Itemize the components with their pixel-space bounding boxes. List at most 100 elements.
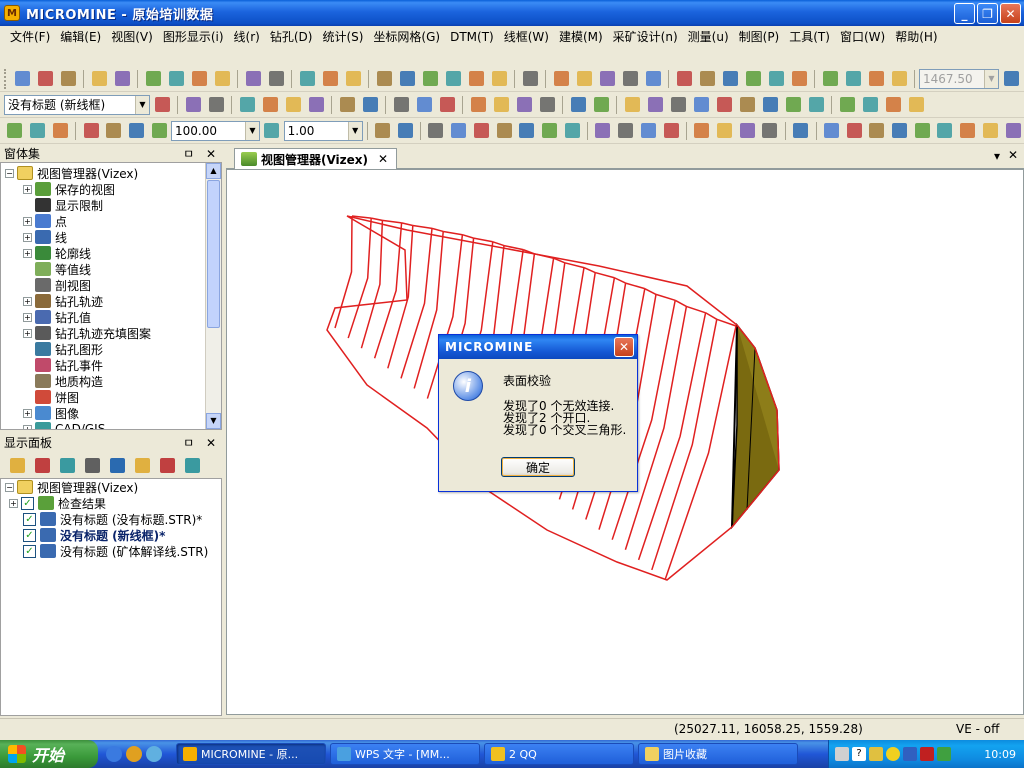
cube-view-icon[interactable] bbox=[742, 68, 764, 90]
tree-item[interactable]: + 钻孔值 bbox=[5, 309, 221, 325]
layer-row[interactable]: ✓ 没有标题 (新线框)* bbox=[5, 527, 221, 543]
expand-icon[interactable]: + bbox=[23, 232, 32, 242]
toolbar-grip[interactable] bbox=[4, 68, 8, 89]
select-tool-icon[interactable] bbox=[619, 68, 641, 90]
lightbulb-icon[interactable] bbox=[638, 120, 660, 142]
display-panel-tool-icon[interactable] bbox=[106, 454, 128, 476]
light-tool-icon[interactable] bbox=[714, 120, 736, 142]
menu-item[interactable]: 建模(M) bbox=[555, 28, 609, 46]
scroll-up-icon[interactable]: ▲ bbox=[206, 163, 221, 179]
zoom-tool-icon[interactable] bbox=[103, 120, 125, 142]
tree-item[interactable]: + 保存的视图 bbox=[5, 181, 221, 197]
tree-item[interactable]: + 图像 bbox=[5, 405, 221, 421]
elevation-combo[interactable]: 1467.50 ▼ bbox=[919, 68, 999, 89]
cube-view-icon[interactable] bbox=[719, 68, 741, 90]
drill-tool-icon[interactable] bbox=[4, 120, 26, 142]
layer-checkbox[interactable]: ✓ bbox=[23, 544, 36, 558]
layer-row[interactable]: + ✓ 检查结果 bbox=[5, 495, 221, 511]
panel-close-icon[interactable]: ✕ bbox=[206, 147, 216, 161]
string-tool-icon[interactable] bbox=[182, 94, 204, 116]
menu-item[interactable]: 文件(F) bbox=[6, 28, 56, 46]
cube-view-icon[interactable] bbox=[765, 68, 787, 90]
tree-item[interactable]: + 钻孔轨迹充填图案 bbox=[5, 325, 221, 341]
wireframe-tool-icon[interactable] bbox=[782, 94, 804, 116]
layer-row[interactable]: ✓ 没有标题 (没有标题.STR)* bbox=[5, 511, 221, 527]
tree-root[interactable]: − 视图管理器(Vizex) bbox=[5, 165, 221, 181]
expand-icon[interactable]: + bbox=[23, 424, 32, 429]
visibility-tool-icon[interactable] bbox=[790, 120, 812, 142]
tree-item[interactable]: 地质构造 bbox=[5, 373, 221, 389]
digitize-tool-icon[interactable] bbox=[236, 94, 258, 116]
layer-tool-icon[interactable] bbox=[342, 68, 364, 90]
shade-tool-icon[interactable] bbox=[882, 94, 904, 116]
rotate-tool-icon[interactable] bbox=[888, 68, 910, 90]
lightbulb-icon[interactable] bbox=[660, 120, 682, 142]
display-panel-tool-icon[interactable] bbox=[81, 454, 103, 476]
render-tool-icon[interactable] bbox=[821, 120, 843, 142]
grid-tool-icon[interactable] bbox=[471, 120, 493, 142]
document-tool-icon[interactable] bbox=[165, 68, 187, 90]
expand-icon[interactable]: + bbox=[23, 296, 32, 306]
point-tool-icon[interactable] bbox=[413, 94, 435, 116]
measure-tool-icon[interactable] bbox=[519, 68, 541, 90]
menu-item[interactable]: 线框(W) bbox=[500, 28, 555, 46]
wireframe-tool-icon[interactable] bbox=[644, 94, 666, 116]
string-tool-icon[interactable] bbox=[205, 94, 227, 116]
grid-tool-icon[interactable] bbox=[561, 120, 583, 142]
navigate-tool-icon[interactable] bbox=[488, 68, 510, 90]
layer-row[interactable]: ✓ 没有标题 (矿体解译线.STR) bbox=[5, 543, 221, 559]
navigate-tool-icon[interactable] bbox=[442, 68, 464, 90]
panel-close-icon[interactable]: ✕ bbox=[206, 436, 216, 450]
taskbar-button[interactable]: MICROMINE - 原... bbox=[176, 743, 326, 765]
display-panel-tool-icon[interactable] bbox=[181, 454, 203, 476]
collapse-icon[interactable]: − bbox=[5, 482, 14, 492]
shade-tool-icon[interactable] bbox=[836, 94, 858, 116]
file-tool-icon[interactable] bbox=[111, 68, 133, 90]
zoom-tool-icon[interactable] bbox=[126, 120, 148, 142]
ratio-combo[interactable]: 1.00 ▼ bbox=[283, 120, 363, 141]
lightbulb-icon[interactable] bbox=[592, 120, 614, 142]
scroll-thumb[interactable] bbox=[207, 180, 220, 328]
layer-checkbox[interactable]: ✓ bbox=[23, 528, 36, 542]
menu-item[interactable]: 制图(P) bbox=[735, 28, 786, 46]
help-icon[interactable]: ? bbox=[852, 747, 866, 761]
layer-tool-icon[interactable] bbox=[296, 68, 318, 90]
messenger-icon[interactable] bbox=[146, 746, 162, 762]
doc-close-icon[interactable]: ✕ bbox=[1008, 148, 1018, 162]
render-tool-icon[interactable] bbox=[1002, 120, 1024, 142]
layer-combo[interactable]: 没有标题 (新线框) ▼ bbox=[4, 94, 150, 115]
dialog-title-bar[interactable]: MICROMINE bbox=[439, 335, 637, 359]
keyboard-icon[interactable] bbox=[835, 747, 849, 761]
edit-layer-icon[interactable] bbox=[151, 94, 173, 116]
document-tool-icon[interactable] bbox=[188, 68, 210, 90]
expand-icon[interactable]: + bbox=[23, 216, 32, 226]
light-tool-icon[interactable] bbox=[691, 120, 713, 142]
grid-tool-icon[interactable] bbox=[539, 120, 561, 142]
menu-item[interactable]: 采矿设计(n) bbox=[609, 28, 684, 46]
navigate-tool-icon[interactable] bbox=[419, 68, 441, 90]
start-button[interactable]: 开始 bbox=[0, 740, 98, 768]
wireframe-tool-icon[interactable] bbox=[690, 94, 712, 116]
tree-item[interactable]: + 钻孔轨迹 bbox=[5, 293, 221, 309]
cube-view-icon[interactable] bbox=[788, 68, 810, 90]
annotate-tool-icon[interactable] bbox=[590, 94, 612, 116]
zoom-tool-icon[interactable] bbox=[80, 120, 102, 142]
tree-item[interactable]: 钻孔图形 bbox=[5, 341, 221, 357]
tree-item[interactable]: 显示限制 bbox=[5, 197, 221, 213]
shade-tool-icon[interactable] bbox=[905, 94, 927, 116]
menu-item[interactable]: DTM(T) bbox=[446, 28, 500, 46]
point-tool-icon[interactable] bbox=[390, 94, 412, 116]
view-tool-icon[interactable] bbox=[34, 68, 56, 90]
tree-item[interactable]: + CAD/GIS bbox=[5, 421, 221, 429]
drill-tool-icon[interactable] bbox=[27, 120, 49, 142]
options-tool-icon[interactable] bbox=[1000, 68, 1022, 90]
drill-tool-icon[interactable] bbox=[49, 120, 71, 142]
tray-app-icon[interactable] bbox=[869, 747, 883, 761]
close-button[interactable]: ✕ bbox=[1000, 3, 1021, 24]
expand-icon[interactable]: + bbox=[9, 498, 18, 508]
shade-tool-icon[interactable] bbox=[859, 94, 881, 116]
render-tool-icon[interactable] bbox=[957, 120, 979, 142]
pin-icon[interactable]: ㅁ bbox=[183, 436, 194, 450]
expand-icon[interactable]: + bbox=[23, 408, 32, 418]
wireframe-tool-icon[interactable] bbox=[759, 94, 781, 116]
